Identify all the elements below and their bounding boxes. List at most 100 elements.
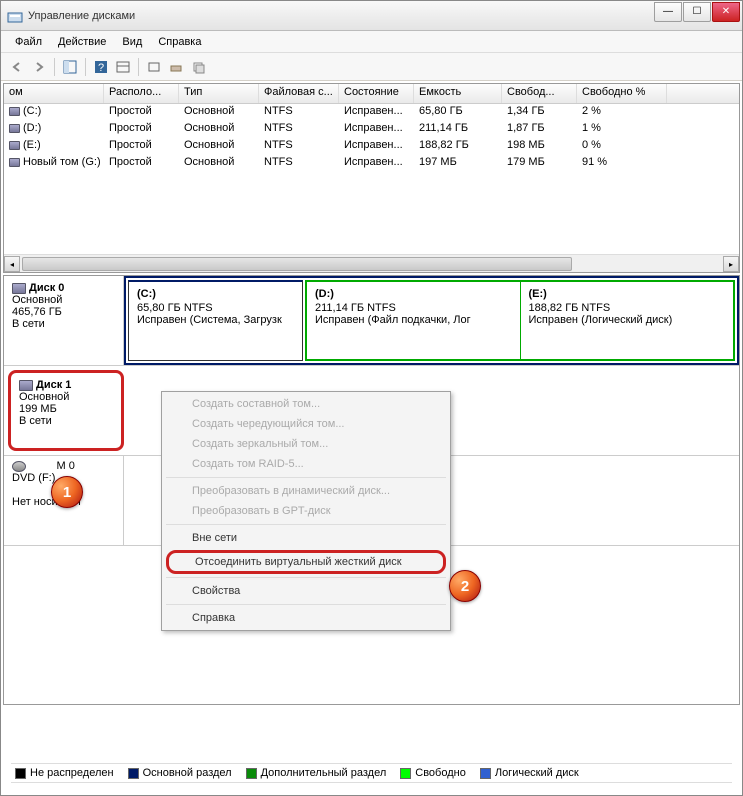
cell: NTFS xyxy=(259,121,339,138)
disk-0-size: 465,76 ГБ xyxy=(12,306,62,318)
volume-list-header: ом Располо... Тип Файловая с... Состояни… xyxy=(4,84,739,104)
col-freepct[interactable]: Свободно % xyxy=(577,84,667,103)
cell: Основной xyxy=(179,155,259,172)
col-status[interactable]: Состояние xyxy=(339,84,414,103)
table-row[interactable]: (D:)ПростойОсновнойNTFSИсправен...211,14… xyxy=(4,121,739,138)
menubar: Файл Действие Вид Справка xyxy=(1,31,742,53)
cell: 0 % xyxy=(577,138,667,155)
minimize-button[interactable]: — xyxy=(654,2,682,22)
menu-help[interactable]: Справка xyxy=(150,34,209,50)
menu-separator xyxy=(166,604,446,605)
scroll-right-arrow[interactable]: ▸ xyxy=(723,256,739,272)
cell: 211,14 ГБ xyxy=(414,121,502,138)
col-type[interactable]: Тип xyxy=(179,84,259,103)
menu-item[interactable]: Свойства xyxy=(164,581,448,601)
col-capacity[interactable]: Емкость xyxy=(414,84,502,103)
volume-list-body[interactable]: (C:)ПростойОсновнойNTFSИсправен...65,80 … xyxy=(4,104,739,254)
volume-c[interactable]: (C:) 65,80 ГБ NTFS Исправен (Система, За… xyxy=(128,280,303,361)
tb-btn-5[interactable] xyxy=(144,57,164,77)
dvd-icon xyxy=(12,461,26,472)
cell: Основной xyxy=(179,138,259,155)
disk-0-row: Диск 0 Основной 465,76 ГБ В сети (C:) 65… xyxy=(4,276,739,366)
scroll-thumb[interactable] xyxy=(22,257,572,271)
col-fs[interactable]: Файловая с... xyxy=(259,84,339,103)
scroll-left-arrow[interactable]: ◂ xyxy=(4,256,20,272)
view-mode-button[interactable] xyxy=(60,57,80,77)
disk-1-size: 199 МБ xyxy=(19,403,57,415)
window-controls: — ☐ ✕ xyxy=(653,2,740,22)
disk-1-type: Основной xyxy=(19,391,69,403)
menu-file[interactable]: Файл xyxy=(7,34,50,50)
menu-item: Создать том RAID-5... xyxy=(164,454,448,474)
table-row[interactable]: (C:)ПростойОсновнойNTFSИсправен...65,80 … xyxy=(4,104,739,121)
col-name[interactable]: ом xyxy=(4,84,104,103)
cell: (D:) xyxy=(4,121,104,138)
cell: 198 МБ xyxy=(502,138,577,155)
close-button[interactable]: ✕ xyxy=(712,2,740,22)
menu-item[interactable]: Отсоединить виртуальный жесткий диск xyxy=(166,550,446,574)
tb-btn-4[interactable] xyxy=(113,57,133,77)
col-free[interactable]: Свобод... xyxy=(502,84,577,103)
menu-separator xyxy=(166,524,446,525)
legend-swatch xyxy=(128,768,139,779)
disk-0-status: В сети xyxy=(12,318,45,330)
table-row[interactable]: (E:)ПростойОсновнойNTFSИсправен...188,82… xyxy=(4,138,739,155)
cell: Исправен... xyxy=(339,121,414,138)
cell: Простой xyxy=(104,155,179,172)
table-row[interactable]: Новый том (G:)ПростойОсновнойNTFSИсправе… xyxy=(4,155,739,172)
legend-swatch xyxy=(15,768,26,779)
menu-view[interactable]: Вид xyxy=(114,34,150,50)
cell: 179 МБ xyxy=(502,155,577,172)
col-layout[interactable]: Располо... xyxy=(104,84,179,103)
cell: Простой xyxy=(104,138,179,155)
menu-item[interactable]: Вне сети xyxy=(164,528,448,548)
cell: (E:) xyxy=(4,138,104,155)
maximize-button[interactable]: ☐ xyxy=(683,2,711,22)
cell: Исправен... xyxy=(339,138,414,155)
forward-button[interactable] xyxy=(29,57,49,77)
dvd-drive: DVD (F:) xyxy=(12,472,55,484)
legend-item: Свободно xyxy=(400,767,466,779)
tb-btn-6[interactable] xyxy=(166,57,186,77)
menu-item[interactable]: Справка xyxy=(164,608,448,628)
cell: Новый том (G:) xyxy=(4,155,104,172)
menu-item: Преобразовать в динамический диск... xyxy=(164,481,448,501)
cell: 65,80 ГБ xyxy=(414,104,502,121)
menu-action[interactable]: Действие xyxy=(50,34,114,50)
menu-separator xyxy=(166,477,446,478)
callout-1: 1 xyxy=(51,476,83,508)
cell: 1,34 ГБ xyxy=(502,104,577,121)
legend-item: Основной раздел xyxy=(128,767,232,779)
legend-swatch xyxy=(480,768,491,779)
menu-item: Создать зеркальный том... xyxy=(164,434,448,454)
disk-context-menu: Создать составной том...Создать чередующ… xyxy=(161,391,451,631)
disk-0-type: Основной xyxy=(12,294,62,306)
legend-item: Дополнительный раздел xyxy=(246,767,387,779)
cell: Исправен... xyxy=(339,155,414,172)
legend-item: Логический диск xyxy=(480,767,579,779)
legend-label: Дополнительный раздел xyxy=(261,767,387,779)
legend-label: Основной раздел xyxy=(143,767,232,779)
dvd-name: M 0 xyxy=(12,460,75,472)
disk-0-info[interactable]: Диск 0 Основной 465,76 ГБ В сети xyxy=(4,276,124,365)
help-button[interactable]: ? xyxy=(91,57,111,77)
legend-label: Свободно xyxy=(415,767,466,779)
hdd-icon xyxy=(19,380,33,391)
toolbar: ? xyxy=(1,53,742,81)
tb-btn-7[interactable] xyxy=(188,57,208,77)
horizontal-scrollbar[interactable]: ◂ ▸ xyxy=(4,254,739,272)
cell: NTFS xyxy=(259,104,339,121)
app-icon xyxy=(7,8,23,24)
cell: NTFS xyxy=(259,138,339,155)
legend: Не распределен Основной раздел Дополнитель… xyxy=(11,763,732,783)
cell: Простой xyxy=(104,121,179,138)
back-button[interactable] xyxy=(7,57,27,77)
legend-label: Не распределен xyxy=(30,767,114,779)
disk-1-info[interactable]: Диск 1 Основной 199 МБ В сети xyxy=(8,370,124,451)
cell: Основной xyxy=(179,121,259,138)
volume-e[interactable]: (E:) 188,82 ГБ NTFS Исправен (Логический… xyxy=(521,282,734,359)
volume-d[interactable]: (D:) 211,14 ГБ NTFS Исправен (Файл подка… xyxy=(307,282,521,359)
titlebar: Управление дисками — ☐ ✕ xyxy=(1,1,742,31)
cell: Основной xyxy=(179,104,259,121)
cell: 1 % xyxy=(577,121,667,138)
